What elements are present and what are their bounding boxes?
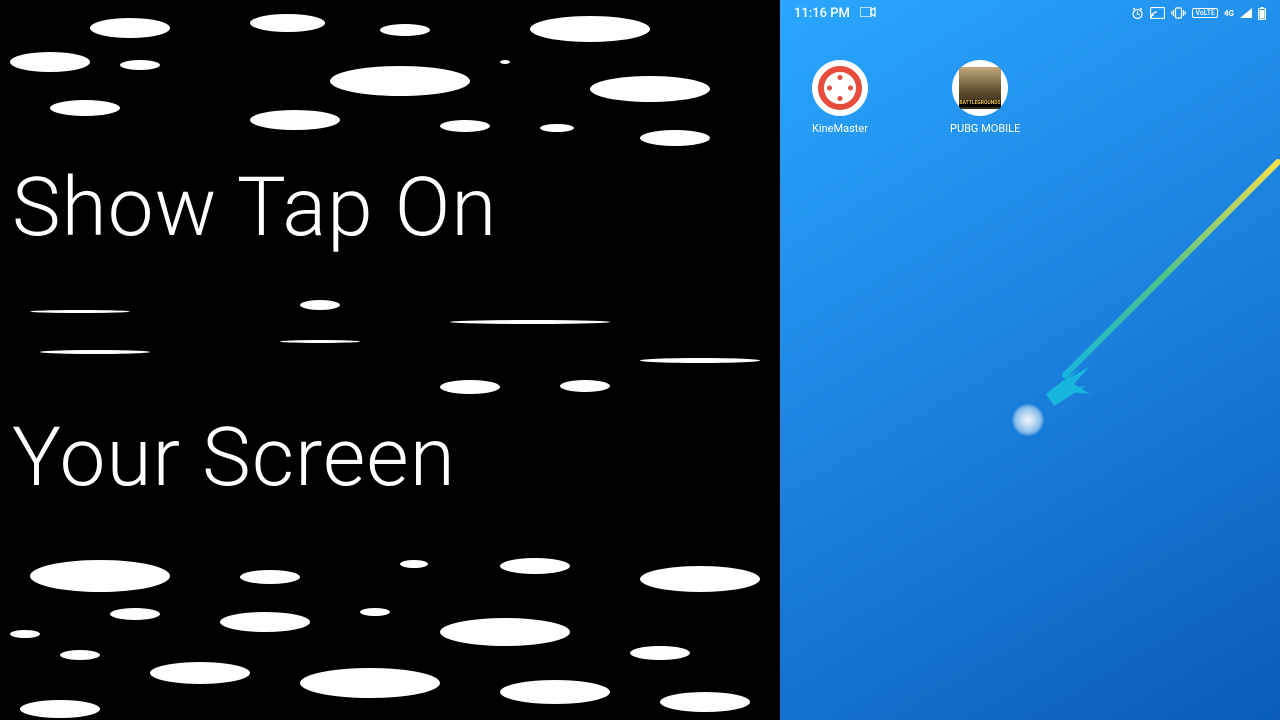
decorative-ellipse bbox=[30, 310, 130, 313]
decorative-ellipse bbox=[90, 18, 170, 38]
tap-indicator-dot bbox=[1012, 404, 1044, 436]
status-bar: 11:16 PM VoLTE 4G bbox=[780, 0, 1280, 26]
kinemaster-icon bbox=[812, 60, 868, 116]
decorative-ellipse bbox=[20, 700, 100, 718]
decorative-ellipse bbox=[360, 608, 390, 616]
volte-icon: VoLTE bbox=[1192, 8, 1217, 18]
network-icon: 4G bbox=[1224, 9, 1234, 18]
pubg-icon: BATTLEGROUNDS bbox=[952, 60, 1008, 116]
decorative-ellipse bbox=[220, 612, 310, 632]
decorative-ellipse bbox=[30, 560, 170, 592]
vibrate-icon bbox=[1171, 7, 1186, 19]
cast-icon bbox=[1150, 7, 1165, 19]
app-label: KineMaster bbox=[810, 122, 870, 135]
app-icon-pubg[interactable]: BATTLEGROUNDS PUBG MOBILE bbox=[950, 60, 1010, 135]
decorative-ellipse bbox=[150, 662, 250, 684]
decorative-ellipse bbox=[400, 560, 428, 568]
decorative-ellipse bbox=[300, 668, 440, 698]
decorative-ellipse bbox=[500, 558, 570, 574]
decorative-ellipse bbox=[380, 24, 430, 36]
decorative-ellipse bbox=[110, 608, 160, 620]
decorative-ellipse bbox=[120, 60, 160, 70]
decorative-ellipse bbox=[500, 60, 510, 64]
decorative-ellipse bbox=[640, 358, 760, 363]
decorative-ellipse bbox=[500, 680, 610, 704]
battery-icon bbox=[1258, 7, 1266, 20]
decorative-ellipse bbox=[10, 52, 90, 72]
decorative-ellipse bbox=[640, 566, 760, 592]
decorative-ellipse bbox=[530, 16, 650, 42]
signal-icon bbox=[1240, 8, 1252, 18]
status-time: 11:16 PM bbox=[794, 6, 850, 21]
app-icon-kinemaster[interactable]: KineMaster bbox=[810, 60, 870, 135]
decorative-ellipse bbox=[40, 350, 150, 354]
decorative-ellipse bbox=[440, 618, 570, 646]
decorative-ellipse bbox=[590, 76, 710, 102]
decorative-ellipse bbox=[250, 14, 325, 32]
thumbnail-left-panel: Show Tap On Your Screen bbox=[0, 0, 780, 720]
decorative-ellipse bbox=[250, 110, 340, 130]
decorative-ellipse bbox=[330, 66, 470, 96]
decorative-ellipse bbox=[630, 646, 690, 660]
alarm-icon bbox=[1131, 7, 1144, 20]
title-line-2: Your Screen bbox=[12, 410, 456, 506]
decorative-ellipse bbox=[240, 570, 300, 584]
decorative-ellipse bbox=[450, 320, 610, 324]
decorative-ellipse bbox=[50, 100, 120, 116]
decorative-ellipse bbox=[440, 380, 500, 394]
phone-screen[interactable]: 11:16 PM VoLTE 4G bbox=[780, 0, 1280, 720]
decorative-ellipse bbox=[540, 124, 574, 132]
decorative-ellipse bbox=[440, 120, 490, 132]
decorative-ellipse bbox=[300, 300, 340, 310]
title-line-1: Show Tap On bbox=[12, 160, 497, 256]
decorative-ellipse bbox=[640, 130, 710, 146]
decorative-ellipse bbox=[560, 380, 610, 392]
decorative-ellipse bbox=[660, 692, 750, 712]
decorative-ellipse bbox=[60, 650, 100, 660]
app-label: PUBG MOBILE bbox=[950, 122, 1010, 135]
pointer-arrow bbox=[1030, 150, 1280, 410]
decorative-ellipse bbox=[10, 630, 40, 638]
camcorder-icon bbox=[860, 6, 876, 21]
decorative-ellipse bbox=[280, 340, 360, 343]
